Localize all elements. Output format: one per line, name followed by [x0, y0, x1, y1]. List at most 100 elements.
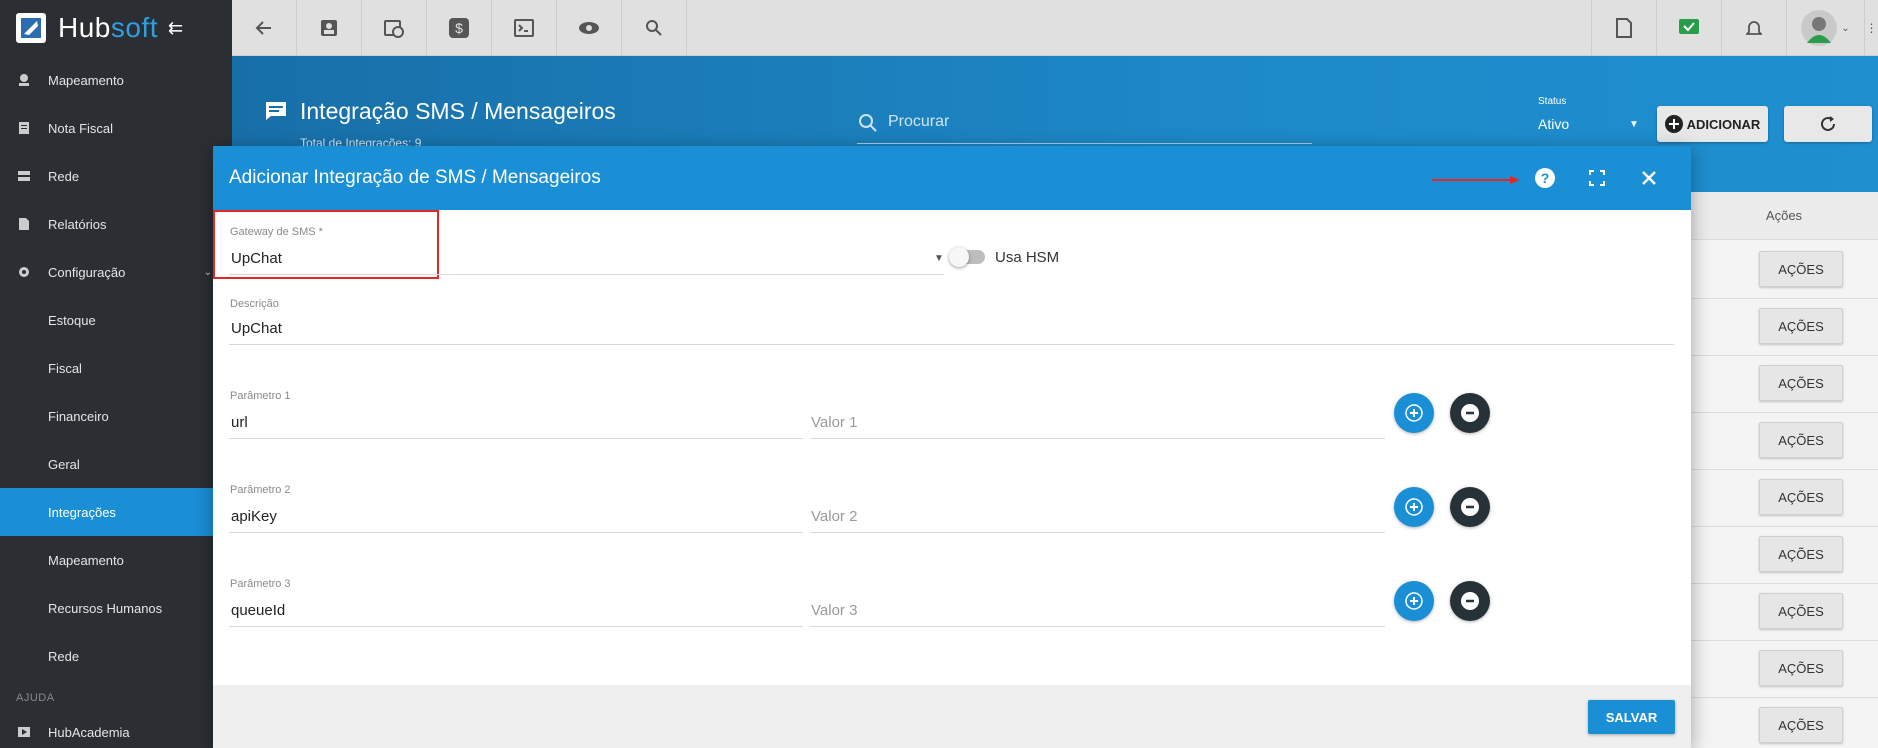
row-actions-button[interactable]: AÇÕES — [1759, 479, 1843, 515]
sidebar-subitem-fiscal[interactable]: Fiscal — [0, 344, 232, 392]
row-actions-button[interactable]: AÇÕES — [1759, 536, 1843, 572]
plus-circle-icon — [1405, 592, 1423, 610]
sidebar-subitem-geral[interactable]: Geral — [0, 440, 232, 488]
sidebar-item-configuracao[interactable]: Configuração ⌄ — [0, 248, 232, 296]
calendar-clock-icon — [384, 20, 404, 38]
param-2-input[interactable]: apiKey — [231, 508, 277, 525]
sidebar-item-rede[interactable]: Rede — [0, 152, 232, 200]
modal-footer: SALVAR — [213, 685, 1691, 748]
row-actions-button[interactable]: AÇÕES — [1759, 650, 1843, 686]
receipt-icon — [16, 120, 32, 136]
sidebar-item-nota-fiscal[interactable]: Nota Fiscal — [0, 104, 232, 152]
sidebar-item-label: Mapeamento — [48, 72, 124, 88]
add-param-button[interactable] — [1394, 581, 1434, 621]
notifications-button[interactable] — [1721, 0, 1786, 56]
add-button-label: ADICIONAR — [1686, 116, 1761, 132]
add-param-button[interactable] — [1394, 393, 1434, 433]
sidebar-subitem-mapeamento[interactable]: Mapeamento — [0, 536, 232, 584]
fullscreen-icon[interactable] — [1585, 166, 1609, 190]
bell-icon — [1746, 21, 1762, 35]
row-actions-button[interactable]: AÇÕES — [1759, 365, 1843, 401]
server-icon — [16, 168, 32, 184]
chevron-down-icon: ⌄ — [1841, 22, 1850, 34]
close-icon[interactable] — [1637, 166, 1661, 190]
minus-circle-icon — [1461, 592, 1479, 610]
save-button[interactable]: SALVAR — [1588, 700, 1675, 734]
sidebar-item-label: Mapeamento — [48, 552, 124, 568]
add-integration-modal: Adicionar Integração de SMS / Mensageiro… — [213, 146, 1691, 748]
sidebar-subitem-recursos-humanos[interactable]: Recursos Humanos — [0, 584, 232, 632]
row-actions-button[interactable]: AÇÕES — [1759, 308, 1843, 344]
svg-text:$: $ — [455, 20, 463, 36]
remove-param-button[interactable] — [1450, 581, 1490, 621]
dollar-icon: $ — [449, 18, 469, 38]
logo-text[interactable]: Hubsoft — [58, 12, 158, 44]
sidebar-item-label: Estoque — [48, 312, 96, 328]
play-icon — [16, 724, 32, 740]
minus-circle-icon — [1461, 404, 1479, 422]
value-3-underline — [810, 626, 1385, 627]
search-icon — [646, 20, 662, 36]
schedule-button[interactable] — [362, 0, 427, 56]
caret-down-icon: ▼ — [1629, 119, 1639, 130]
hsm-toggle-label: Usa HSM — [995, 249, 1060, 266]
remove-param-button[interactable] — [1450, 487, 1490, 527]
collapse-menu-icon[interactable]: ⇇ — [168, 18, 183, 39]
descricao-input[interactable]: UpChat — [231, 320, 282, 337]
hsm-toggle[interactable] — [949, 247, 985, 267]
more-apps-button[interactable]: ⋮ — [1864, 0, 1878, 56]
back-button[interactable] — [232, 0, 297, 56]
remove-param-button[interactable] — [1450, 393, 1490, 433]
sidebar-subitem-rede[interactable]: Rede — [0, 632, 232, 680]
value-2-input[interactable]: Valor 2 — [811, 508, 857, 525]
modal-header: Adicionar Integração de SMS / Mensageiro… — [213, 146, 1691, 210]
param-1-underline — [229, 438, 803, 439]
row-actions-button[interactable]: AÇÕES — [1759, 422, 1843, 458]
add-button[interactable]: ADICIONAR — [1657, 106, 1768, 142]
gateway-label: Gateway de SMS * — [230, 226, 323, 238]
annotation-highlight — [213, 210, 439, 279]
refresh-icon — [1821, 116, 1835, 131]
sidebar-item-hubacademia[interactable]: HubAcademia — [0, 716, 232, 748]
tasks-button[interactable] — [1656, 0, 1721, 56]
sidebar-item-mapeamento[interactable]: Mapeamento — [0, 56, 232, 104]
row-actions-button[interactable]: AÇÕES — [1759, 707, 1843, 743]
logo-mark-icon — [16, 13, 46, 43]
param-3-underline — [229, 626, 803, 627]
contacts-button[interactable] — [297, 0, 362, 56]
page-title: Integração SMS / Mensageiros — [300, 98, 616, 124]
user-menu-button[interactable]: ⌄ — [1786, 0, 1864, 56]
view-button[interactable] — [557, 0, 622, 56]
table-row-divider — [1690, 355, 1878, 356]
value-1-underline — [810, 438, 1385, 439]
param-3-label: Parâmetro 3 — [230, 578, 291, 590]
sidebar-subitem-financeiro[interactable]: Financeiro — [0, 392, 232, 440]
row-actions-button[interactable]: AÇÕES — [1759, 251, 1843, 287]
sidebar-subitem-estoque[interactable]: Estoque — [0, 296, 232, 344]
pdf-button[interactable] — [1591, 0, 1656, 56]
sidebar-item-label: Rede — [48, 648, 80, 664]
help-icon[interactable]: ? — [1533, 166, 1557, 190]
top-toolbar: $ ⌄ ⋮ — [232, 0, 1878, 56]
status-select[interactable]: Ativo — [1538, 116, 1640, 132]
finance-button[interactable]: $ — [427, 0, 492, 56]
value-1-input[interactable]: Valor 1 — [811, 414, 857, 431]
toggle-knob — [949, 247, 969, 267]
sidebar-subitem-integracoes[interactable]: Integrações — [0, 488, 232, 536]
caret-down-icon[interactable]: ▼ — [934, 253, 944, 264]
sidebar-item-label: Recursos Humanos — [48, 600, 163, 616]
value-3-input[interactable]: Valor 3 — [811, 602, 857, 619]
refresh-button[interactable] — [1784, 106, 1872, 142]
pdf-icon — [1616, 18, 1632, 38]
terminal-button[interactable] — [492, 0, 557, 56]
param-3-input[interactable]: queueId — [231, 602, 285, 619]
sidebar-item-relatorios[interactable]: Relatórios — [0, 200, 232, 248]
table-row-divider — [1690, 298, 1878, 299]
gateway-select[interactable]: UpChat — [231, 250, 282, 267]
param-1-input[interactable]: url — [231, 414, 248, 431]
table-row-divider — [1690, 697, 1878, 698]
add-param-button[interactable] — [1394, 487, 1434, 527]
search-button[interactable] — [622, 0, 687, 56]
check-chat-icon — [1679, 19, 1699, 34]
row-actions-button[interactable]: AÇÕES — [1759, 593, 1843, 629]
